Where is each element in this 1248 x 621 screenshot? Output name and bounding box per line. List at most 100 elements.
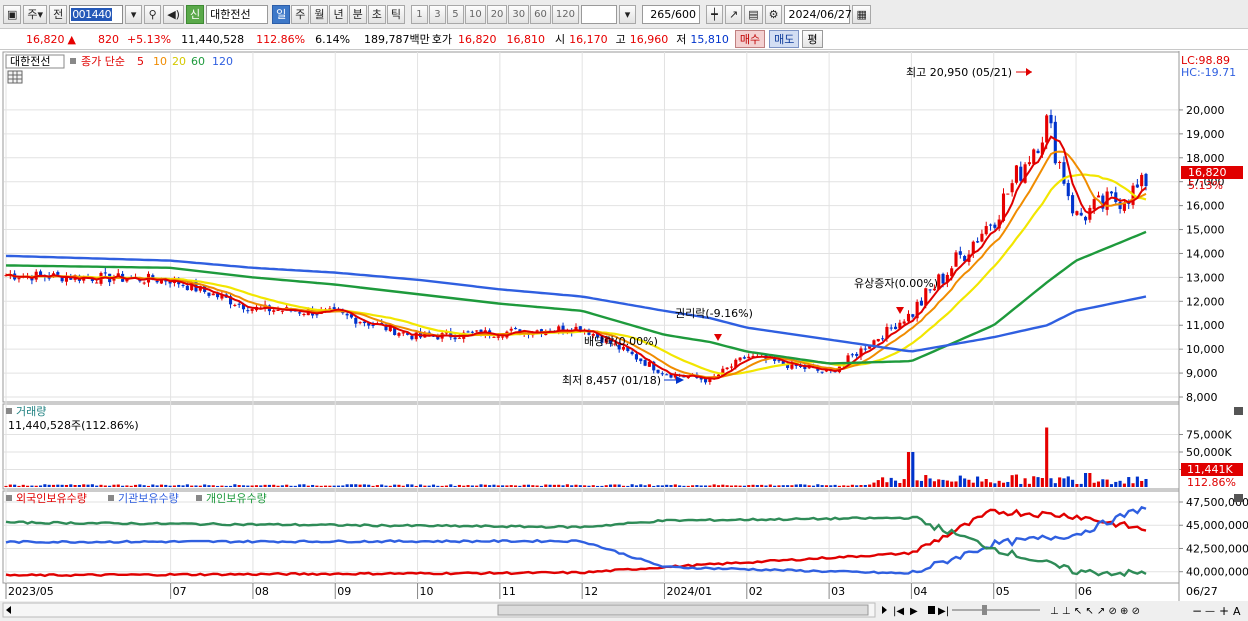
- candle-body: [280, 310, 284, 312]
- interval-60-button[interactable]: 60: [530, 4, 551, 24]
- date-input[interactable]: 2024/06/27: [784, 4, 852, 24]
- period-day-button[interactable]: 일: [272, 4, 291, 24]
- volume-bar: [790, 485, 794, 487]
- x-axis-label: 05: [996, 585, 1010, 598]
- buy-button[interactable]: 매수: [734, 30, 766, 48]
- volume-bar: [341, 485, 345, 487]
- new-stock-badge[interactable]: 신: [185, 4, 205, 24]
- ma5-label: 5: [137, 55, 144, 68]
- chart-svg[interactable]: 8,000 9,000 10,000 11,000 12,000 13,000 14,000…: [0, 51, 1248, 621]
- drawing-tool-icon[interactable]: ↗: [724, 4, 743, 24]
- nav-stop-icon[interactable]: [928, 606, 935, 614]
- scroll-thumb[interactable]: [497, 604, 869, 616]
- period-year-button[interactable]: 년: [329, 4, 348, 24]
- volume-bar: [820, 485, 824, 487]
- search-icon[interactable]: ⚲: [144, 4, 162, 24]
- volume-bar: [868, 484, 872, 487]
- candle-type-icon[interactable]: ┿: [705, 4, 723, 24]
- candle-body: [17, 278, 21, 280]
- volume-bar: [1118, 480, 1122, 487]
- volume-bar: [738, 485, 742, 487]
- volume-bar: [699, 485, 703, 487]
- candle-body: [56, 272, 60, 275]
- zoom-reset-icon[interactable]: —: [1205, 606, 1215, 617]
- interval-1-button[interactable]: 1: [410, 4, 428, 24]
- period-month-button[interactable]: 월: [310, 4, 329, 24]
- volume-bar: [574, 484, 578, 487]
- candle-body: [1010, 183, 1014, 193]
- candle-body: [181, 284, 185, 286]
- volume-bar: [647, 484, 651, 487]
- volume-bar: [919, 480, 924, 487]
- y-axis-label: 19,000: [1186, 128, 1225, 141]
- market-type-select[interactable]: 주 ▾: [23, 4, 48, 24]
- volume-bar: [380, 484, 384, 487]
- volume-bar: [816, 484, 820, 487]
- chart-area[interactable]: 8,000 9,000 10,000 11,000 12,000 13,000 14,000…: [0, 51, 1248, 621]
- auto-scale-icon[interactable]: A: [1233, 605, 1241, 618]
- period-minute-button[interactable]: 분: [348, 4, 367, 24]
- nav-last-icon[interactable]: ▶|: [938, 606, 949, 617]
- volume-bar: [431, 484, 436, 487]
- volume-bar: [488, 485, 492, 487]
- y-axis-label: 15,000: [1186, 224, 1225, 237]
- window-menu-icon[interactable]: ▣: [3, 4, 22, 24]
- volume-bar: [207, 485, 211, 487]
- high-price: 16,960: [629, 32, 669, 46]
- candle-body: [980, 233, 984, 242]
- nav-play-icon[interactable]: ▶: [910, 606, 918, 617]
- gear-icon[interactable]: ⚙: [764, 4, 783, 24]
- zoom-out-icon[interactable]: −: [1192, 604, 1202, 618]
- volume-bar: [695, 485, 699, 487]
- volume-bar: [988, 482, 993, 487]
- candle-body: [725, 367, 729, 370]
- sell-button[interactable]: 매도: [769, 30, 800, 48]
- interval-30-button[interactable]: 30: [508, 4, 530, 24]
- volume-bar: [1032, 476, 1036, 487]
- interval-120-button[interactable]: 120: [551, 4, 579, 24]
- volume-bar: [475, 485, 479, 487]
- stock-code-input[interactable]: 001440: [69, 4, 124, 24]
- evaluation-button[interactable]: 평: [802, 30, 823, 48]
- candle-body: [237, 303, 241, 305]
- zoom-tools-icon[interactable]: ⊥ ⊥ ↖ ↖ ↗ ⊘ ⊕ ⊘: [1050, 606, 1140, 617]
- interval-3-button[interactable]: 3: [428, 4, 446, 24]
- interval-10-button[interactable]: 10: [464, 4, 486, 24]
- volume-bar: [56, 484, 60, 487]
- volume-bar: [1088, 473, 1092, 487]
- holding-panel-close-icon[interactable]: [1234, 494, 1243, 502]
- volume-panel-close-icon[interactable]: [1234, 407, 1243, 415]
- interval-custom-input[interactable]: [580, 4, 617, 24]
- volume-bar: [846, 485, 850, 487]
- volume-bar: [388, 485, 392, 487]
- candle-body: [513, 328, 518, 330]
- volume-bar: [410, 484, 414, 487]
- interval-dropdown-icon[interactable]: ▾: [618, 4, 636, 24]
- volume-bar: [863, 484, 867, 487]
- period-week-button[interactable]: 주: [291, 4, 310, 24]
- volume-bar: [1066, 476, 1070, 487]
- zoom-in-icon[interactable]: +: [1219, 604, 1229, 618]
- data-count-field[interactable]: 265/600: [641, 4, 700, 24]
- speed-slider-thumb[interactable]: [982, 605, 987, 615]
- candle-body: [470, 331, 474, 333]
- volume-bar: [470, 485, 474, 487]
- volume-bar: [185, 484, 189, 487]
- nav-first-icon[interactable]: |◀: [893, 606, 904, 617]
- table-view-icon[interactable]: [7, 70, 23, 84]
- candle-body: [354, 317, 358, 324]
- interval-5-button[interactable]: 5: [446, 4, 464, 24]
- volume-bar: [254, 485, 259, 487]
- period-tick-button[interactable]: 틱: [386, 4, 405, 24]
- code-dropdown-icon[interactable]: ▾: [125, 4, 143, 24]
- volume-bar: [181, 485, 185, 487]
- volume-bar: [263, 484, 267, 487]
- prev-button[interactable]: 전: [49, 4, 68, 24]
- sound-icon[interactable]: ◀): [163, 4, 184, 24]
- date-value: 2024/06/27: [788, 7, 852, 21]
- interval-20-button[interactable]: 20: [486, 4, 508, 24]
- candle-body: [155, 280, 159, 283]
- save-icon[interactable]: ▤: [744, 4, 763, 24]
- calendar-icon[interactable]: ▦: [852, 4, 871, 24]
- period-second-button[interactable]: 초: [367, 4, 386, 24]
